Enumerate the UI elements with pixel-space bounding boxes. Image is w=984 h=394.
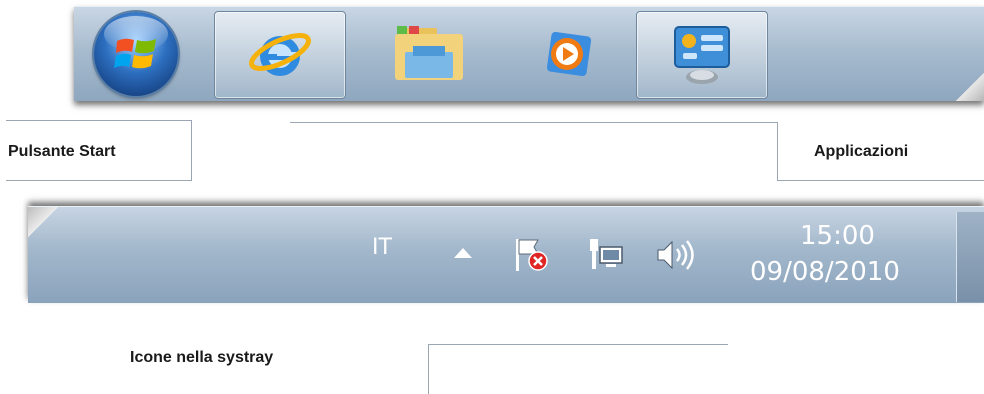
taskbar-apps-strip [74,6,984,101]
start-callout-line-vertical [191,120,192,180]
start-callout-line-bottom [6,180,192,181]
media-player-icon [546,31,592,77]
internet-explorer-icon [249,33,311,76]
action-center-flag-icon[interactable] [512,237,552,273]
taskbar-app-windows-explorer[interactable] [364,11,494,97]
folder-library-icon [395,26,463,80]
show-desktop-button[interactable] [956,212,984,302]
volume-icon[interactable] [654,237,698,273]
network-icon[interactable] [586,237,626,273]
control-panel-icon [674,26,730,84]
apps-callout-line-vertical [777,122,778,180]
start-button[interactable] [94,12,178,96]
language-indicator[interactable]: IT [372,235,392,260]
taskbar-systray-strip: IT 15:00 09/08/2010 [28,206,984,303]
clock-time: 15:00 [800,221,875,251]
page-curl-decoration-tray [28,207,58,237]
start-callout-line-top [6,120,192,121]
apps-callout-line-bottom [777,180,984,181]
taskbar-app-control-panel[interactable] [636,11,768,99]
taskbar-app-media-player[interactable] [504,11,634,97]
start-button-label: Pulsante Start [8,143,116,160]
taskbar-app-internet-explorer[interactable] [214,11,346,99]
systray-callout-line-vertical [428,344,429,394]
clock-date: 09/08/2010 [750,257,900,287]
systray-label: Icone nella systray [130,349,274,366]
windows-start-orb-icon [114,38,156,69]
show-hidden-icons-arrow-icon[interactable] [452,245,474,261]
apps-callout-line-top [290,122,778,123]
clock[interactable]: 15:00 09/08/2010 [740,217,930,293]
systray-callout-line-top [428,344,728,345]
page-curl-decoration [956,73,984,101]
apps-label: Applicazioni [814,143,909,160]
